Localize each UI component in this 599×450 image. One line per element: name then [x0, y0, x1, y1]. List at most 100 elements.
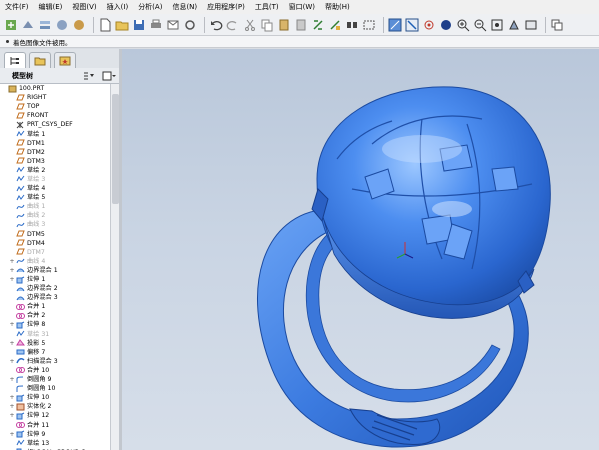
paste-icon[interactable] [277, 18, 291, 32]
menu-item[interactable]: 分析(A) [133, 2, 167, 12]
tab-folder-browser[interactable] [29, 52, 51, 68]
refit-icon[interactable] [490, 18, 504, 32]
menu-item[interactable]: 窗口(W) [284, 2, 320, 12]
tree-item[interactable]: 草绘 31 [0, 330, 110, 339]
tree-item[interactable]: 草绘 4 [0, 184, 110, 193]
tree-item[interactable]: + 扫描混合 3 [0, 357, 110, 366]
tab-model-tree[interactable] [4, 52, 26, 68]
tree-item[interactable]: 边界混合 3 [0, 293, 110, 302]
tree-item[interactable]: + 实体化 2 [0, 402, 110, 411]
expand-toggle-icon[interactable]: + [8, 339, 16, 348]
scrollbar-thumb[interactable] [112, 94, 119, 204]
menu-item[interactable]: 帮助(H) [320, 2, 355, 12]
tree-item[interactable]: 曲线 3 [0, 220, 110, 229]
tree-item[interactable]: 100.PRT [0, 84, 110, 93]
copy-icon[interactable] [260, 18, 274, 32]
tree-item[interactable]: DTM1 [0, 139, 110, 148]
expand-toggle-icon[interactable]: + [8, 375, 16, 384]
menu-item[interactable]: 插入(I) [102, 2, 134, 12]
undo-icon[interactable] [209, 18, 223, 32]
menu-item[interactable]: 视图(V) [67, 2, 101, 12]
tab-favorites[interactable] [54, 52, 76, 68]
tree-item[interactable]: 曲线 2 [0, 211, 110, 220]
tree-item[interactable]: DTM3 [0, 157, 110, 166]
tree-item[interactable]: 草绘 5 [0, 193, 110, 202]
expand-toggle-icon[interactable]: + [8, 320, 16, 329]
find-icon[interactable] [345, 18, 359, 32]
tree-item[interactable]: 合并 1 [0, 302, 110, 311]
tree-item[interactable]: FRONT [0, 111, 110, 120]
save-icon[interactable] [132, 18, 146, 32]
expand-toggle-icon[interactable]: + [8, 411, 16, 420]
tree-item[interactable]: 合并 11 [0, 420, 110, 429]
tree-item[interactable]: + 曲线 4 [0, 257, 110, 266]
expand-toggle-icon[interactable]: + [8, 393, 16, 402]
tree-item[interactable]: 草绘 13 [0, 439, 110, 448]
tree-item[interactable]: RIGHT [0, 93, 110, 102]
appearance-icon[interactable] [72, 18, 86, 32]
reorient-icon[interactable] [507, 18, 521, 32]
tree-item[interactable]: + 拉伸 9 [0, 430, 110, 439]
menu-item[interactable]: 工具(T) [250, 2, 284, 12]
tree-item[interactable]: + 倒圆角 9 [0, 375, 110, 384]
menu-item[interactable]: 应用程序(P) [202, 2, 250, 12]
shaded-view-icon[interactable] [21, 18, 35, 32]
tree-item[interactable]: 曲线 1 [0, 202, 110, 211]
datum-point-display-icon[interactable] [422, 18, 436, 32]
menu-item[interactable]: 文件(F) [0, 2, 34, 12]
graphics-window[interactable] [122, 49, 599, 450]
print-icon[interactable] [149, 18, 163, 32]
tree-item[interactable]: + 拉伸 1 [0, 275, 110, 284]
layers-window-icon[interactable] [550, 18, 564, 32]
datum-plane-display-icon[interactable] [388, 18, 402, 32]
open-folder-icon[interactable] [115, 18, 129, 32]
new-file-icon[interactable] [98, 18, 112, 32]
tree-item[interactable]: PRT_CSYS_DEF [0, 120, 110, 129]
saved-views-icon[interactable] [524, 18, 538, 32]
tree-item[interactable]: TOP [0, 102, 110, 111]
paste-special-icon[interactable] [294, 18, 308, 32]
expand-toggle-icon[interactable]: + [8, 402, 16, 411]
tree-item[interactable]: + 拉伸 10 [0, 393, 110, 402]
tree-item[interactable]: 倒圆角 10 [0, 384, 110, 393]
email-icon[interactable] [166, 18, 180, 32]
menu-item[interactable]: 信息(N) [167, 2, 202, 12]
datum-axis-display-icon[interactable] [405, 18, 419, 32]
tree-item[interactable]: 草绘 1 [0, 129, 110, 138]
tree-item[interactable]: 合并 10 [0, 366, 110, 375]
helmet-model[interactable] [122, 49, 599, 450]
menu-item[interactable]: 编辑(E) [34, 2, 68, 12]
tree-item[interactable]: DTM2 [0, 148, 110, 157]
tree-item[interactable]: 合并 2 [0, 311, 110, 320]
expand-toggle-icon[interactable]: + [8, 275, 16, 284]
tree-item[interactable]: 边界混合 2 [0, 284, 110, 293]
tree-item[interactable]: DTM5 [0, 230, 110, 239]
tree-item[interactable]: + 拉伸 8 [0, 320, 110, 329]
layer-icon[interactable] [38, 18, 52, 32]
expand-toggle-icon[interactable]: + [8, 430, 16, 439]
zoom-out-icon[interactable] [473, 18, 487, 32]
tree-item[interactable]: DTM4 [0, 239, 110, 248]
tree-item[interactable]: DTM7 [0, 248, 110, 257]
tree-item[interactable]: 草绘 2 [0, 166, 110, 175]
sphere-shading-icon[interactable] [439, 18, 453, 32]
regenerate-model-icon[interactable] [311, 18, 325, 32]
expand-toggle-icon[interactable]: + [8, 357, 16, 366]
tree-item[interactable]: + 投影 5 [0, 339, 110, 348]
cut-icon[interactable] [243, 18, 257, 32]
redo-icon[interactable] [226, 18, 240, 32]
show-icon[interactable] [102, 71, 116, 81]
tree-item[interactable]: + 边界混合 1 [0, 266, 110, 275]
settings-icon[interactable] [82, 71, 96, 81]
select-box-icon[interactable] [362, 18, 376, 32]
tree-item[interactable]: + 拉伸 12 [0, 411, 110, 420]
model-icon[interactable] [55, 18, 69, 32]
zoom-in-icon[interactable] [456, 18, 470, 32]
link-icon[interactable] [183, 18, 197, 32]
regenerate-manager-icon[interactable] [328, 18, 342, 32]
expand-toggle-icon[interactable]: + [8, 266, 16, 275]
tree-item[interactable]: 草绘 3 [0, 175, 110, 184]
regenerate-icon[interactable] [4, 18, 18, 32]
tree-item[interactable]: 偏移 7 [0, 348, 110, 357]
expand-toggle-icon[interactable]: + [8, 257, 16, 266]
